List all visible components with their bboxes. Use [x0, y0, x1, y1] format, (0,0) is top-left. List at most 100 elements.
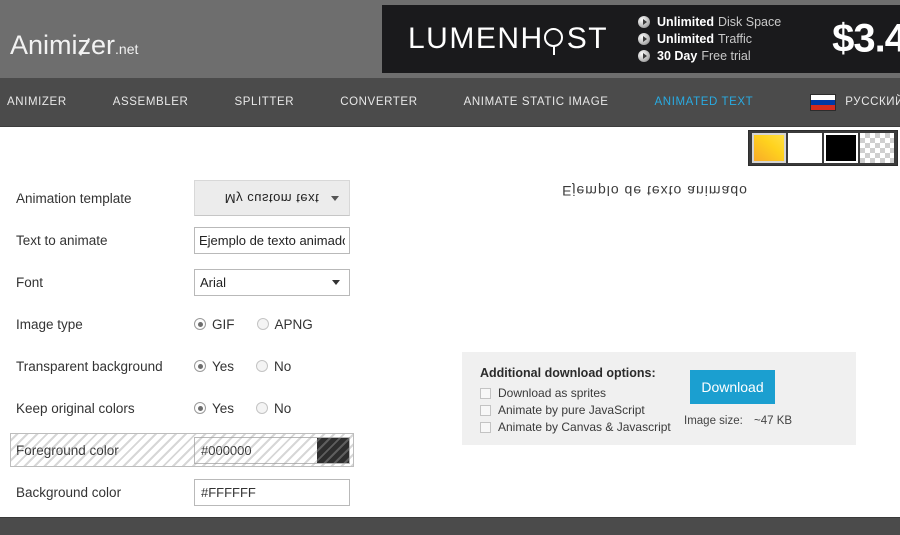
feature-strong: Unlimited: [657, 15, 714, 29]
image-type-label-apng: APNG: [274, 316, 313, 332]
label-background-color: Background color: [16, 484, 122, 500]
label-animation-template: Animation template: [16, 190, 132, 206]
page-footer: [0, 517, 900, 535]
label-transparent-background: Transparent background: [16, 358, 163, 374]
palette-swatch-white[interactable]: [788, 133, 822, 163]
nav-item-converter[interactable]: CONVERTER: [317, 96, 440, 108]
keep-original-colors-option-yes[interactable]: Yes: [194, 401, 234, 416]
logo-tld: .net: [115, 41, 139, 57]
checkbox-icon: [480, 421, 491, 433]
form-row-transparent-background: Transparent background Yes No: [0, 345, 360, 387]
text-to-animate-input[interactable]: [194, 226, 350, 254]
keep-original-colors-radio-group: Yes No: [194, 401, 313, 416]
banner-brand-post: ST: [566, 22, 609, 55]
site-logo[interactable]: Animizer.net: [10, 30, 138, 61]
download-action-area: Download Image size: ~47 KB: [684, 370, 834, 427]
transparent-background-label-yes: Yes: [212, 358, 235, 374]
download-option-label: Animate by Canvas & Javascript: [498, 420, 671, 434]
form-row-keep-original-colors: Keep original colors Yes No: [0, 387, 360, 429]
logo-letter-z: z: [77, 30, 92, 60]
image-type-option-gif[interactable]: GIF: [194, 317, 235, 332]
radio-icon-selected: [194, 318, 206, 330]
palette-swatch-black[interactable]: [824, 133, 858, 163]
radio-icon-selected: [194, 360, 206, 372]
logo-text-pre: Animi: [10, 30, 78, 60]
play-bullet-icon: [638, 50, 651, 62]
label-keep-original-colors: Keep original colors: [16, 400, 135, 416]
site-header: Animizer.net LUMENH ST Unlimited Disk Spa…: [0, 0, 900, 78]
feature-rest: Traffic: [717, 32, 753, 46]
logo-text-post: er: [91, 30, 116, 60]
image-type-option-apng[interactable]: APNG: [256, 316, 313, 332]
chevron-down-icon: [332, 280, 340, 285]
foreground-color-input: [195, 436, 317, 464]
animation-preview-text: Ejemplo de texto animado: [562, 183, 748, 199]
download-button[interactable]: Download: [690, 370, 775, 404]
image-size-info: Image size: ~47 KB: [684, 415, 834, 427]
nav-item-splitter[interactable]: SPLITTER: [211, 96, 317, 108]
checkbox-icon: [480, 404, 491, 416]
palette-swatch-yellow[interactable]: [752, 133, 786, 163]
feature-rest: Free trial: [701, 49, 751, 63]
keep-original-colors-label-yes: Yes: [212, 400, 235, 416]
language-label: РУССКИЙ: [845, 96, 900, 108]
form-row-background-color: Background color: [0, 471, 360, 513]
banner-feature: 30 Day Free trial: [638, 49, 781, 63]
font-select-value: Arial: [200, 274, 227, 290]
nav-item-animizer[interactable]: ANIMIZER: [0, 96, 90, 108]
form-row-text-to-animate: Text to animate: [0, 219, 360, 261]
preview-background-palette: [748, 130, 898, 166]
radio-icon-empty: [256, 318, 269, 330]
foreground-color-swatch: [317, 437, 349, 463]
image-size-value: ~47 KB: [754, 415, 793, 427]
language-switcher-russian[interactable]: РУССКИЙ: [776, 93, 900, 111]
image-type-radio-group: GIF APNG: [194, 317, 335, 332]
form-row-foreground-color: Foreground color: [0, 429, 360, 471]
nav-item-animate-static-image[interactable]: ANIMATE STATIC IMAGE: [441, 96, 632, 108]
main-navigation: ANIMIZER ASSEMBLER SPLITTER CONVERTER AN…: [0, 78, 900, 127]
form-row-font: Font Arial: [0, 261, 360, 303]
nav-item-animated-text[interactable]: ANIMATED TEXT: [632, 96, 777, 108]
transparent-background-option-no[interactable]: No: [256, 359, 291, 374]
checkbox-icon: [480, 387, 491, 399]
advertisement-banner[interactable]: LUMENH ST Unlimited Disk Space Unlimited …: [382, 5, 900, 73]
label-image-type: Image type: [16, 316, 83, 332]
radio-icon-empty: [256, 360, 269, 372]
label-foreground-color: Foreground color: [16, 442, 119, 458]
download-options-panel: Additional download options: Download as…: [462, 352, 856, 445]
banner-brand-pre: LUMENH: [408, 22, 544, 55]
label-text-to-animate: Text to animate: [16, 232, 108, 248]
animation-settings-form: Animation template My custom text Text t…: [0, 127, 360, 513]
play-bullet-icon: [638, 16, 651, 28]
background-color-input[interactable]: [195, 478, 317, 506]
banner-feature-list: Unlimited Disk Space Unlimited Traffic 3…: [638, 15, 781, 63]
main-content: Animation template My custom text Text t…: [0, 127, 900, 535]
feature-rest: Disk Space: [717, 15, 782, 29]
download-option-label: Download as sprites: [498, 386, 607, 400]
font-select[interactable]: Arial: [194, 268, 350, 296]
transparent-background-radio-group: Yes No: [194, 359, 313, 374]
nav-item-assembler[interactable]: ASSEMBLER: [90, 96, 212, 108]
feature-strong: 30 Day: [657, 49, 698, 63]
feature-strong: Unlimited: [657, 32, 714, 46]
banner-feature: Unlimited Traffic: [638, 32, 781, 46]
animation-template-select[interactable]: My custom text: [194, 180, 350, 216]
transparent-background-label-no: No: [274, 358, 292, 374]
banner-price: $3.4: [832, 16, 900, 61]
download-option-label: Animate by pure JavaScript: [498, 403, 645, 417]
foreground-color-field: [194, 436, 350, 464]
background-color-swatch[interactable]: [317, 479, 349, 505]
keep-original-colors-label-no: No: [274, 400, 292, 416]
russian-flag-icon: [810, 93, 837, 111]
radio-icon-empty: [256, 402, 269, 414]
palette-swatch-transparent[interactable]: [860, 133, 894, 163]
label-font: Font: [16, 274, 44, 290]
banner-feature: Unlimited Disk Space: [638, 15, 781, 29]
keep-original-colors-option-no[interactable]: No: [256, 401, 291, 416]
play-bullet-icon: [638, 33, 651, 45]
form-row-image-type: Image type GIF APNG: [0, 303, 360, 345]
transparent-background-option-yes[interactable]: Yes: [194, 359, 234, 374]
chevron-down-icon: [331, 196, 339, 201]
image-size-label: Image size:: [684, 415, 743, 427]
background-color-field[interactable]: [194, 478, 350, 506]
